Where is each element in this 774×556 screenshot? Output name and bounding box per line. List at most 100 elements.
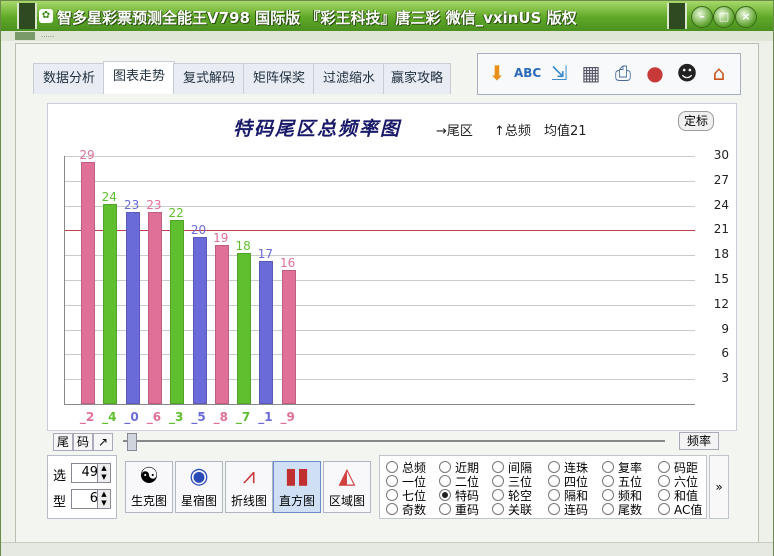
radio-circle-icon[interactable] xyxy=(548,503,560,515)
radio-circle-icon[interactable] xyxy=(386,489,398,501)
view-button-line[interactable]: ⩘ 折线图 xyxy=(225,461,273,513)
tab-matrix[interactable]: 矩阵保奖 xyxy=(243,63,315,94)
bar[interactable] xyxy=(170,220,185,404)
spellcheck-icon[interactable]: ABC xyxy=(514,60,541,86)
radio-option[interactable]: 奇数 xyxy=(386,501,426,518)
select-label: 选 xyxy=(53,469,67,484)
gumball-icon[interactable]: ● xyxy=(642,60,668,86)
radio-circle-icon[interactable] xyxy=(658,503,670,515)
film-strip-icon xyxy=(17,3,37,29)
radio-circle-icon[interactable] xyxy=(602,503,614,515)
printer-icon[interactable]: ⎙ xyxy=(610,60,636,86)
type-spinner[interactable]: ▲ ▼ xyxy=(97,489,111,509)
y-tick-label: 15 xyxy=(713,272,729,286)
calculator-icon[interactable]: ▦ xyxy=(578,60,604,86)
plot-area: 3 6 9 12 15 18 21 24 27 30 29 _2 24 _4 23 _0 23 _6 22 _3 20 _… xyxy=(64,148,729,424)
frequency-button[interactable]: 频率 xyxy=(679,432,719,450)
radio-circle-icon[interactable] xyxy=(386,461,398,473)
radio-circle-icon[interactable] xyxy=(439,489,451,501)
bar-value-label: 29 xyxy=(79,148,95,163)
tail-button[interactable]: 尾 xyxy=(53,433,73,451)
bar-value-label: 22 xyxy=(168,206,184,221)
radio-option[interactable]: 连码 xyxy=(548,501,588,518)
bar[interactable] xyxy=(147,211,162,404)
y-tick-label: 12 xyxy=(713,296,729,311)
radio-circle-icon[interactable] xyxy=(439,475,451,487)
bar[interactable] xyxy=(214,244,229,404)
bar[interactable] xyxy=(103,203,118,404)
bar[interactable] xyxy=(81,162,95,404)
radio-option[interactable]: 尾数 xyxy=(602,501,642,518)
radio-option[interactable]: 关联 xyxy=(492,501,532,518)
bar[interactable] xyxy=(192,236,207,404)
app-icon[interactable]: ✿ xyxy=(39,9,53,23)
area-chart-icon: ◭ xyxy=(338,464,356,489)
radio-circle-icon[interactable] xyxy=(548,475,560,487)
radio-option[interactable]: 重码 xyxy=(439,501,479,518)
window-title: 智多星彩票预测全能王V798 国际版 『彩王科技』唐三彩 微信_vxinUS 版… xyxy=(57,9,577,27)
bar[interactable] xyxy=(259,261,274,404)
x-tick-label: _9 xyxy=(280,410,295,424)
view-label: 区域图 xyxy=(328,494,365,508)
fix-scale-button[interactable]: 定标 xyxy=(678,111,714,131)
radio-circle-icon[interactable] xyxy=(439,461,451,473)
toolbar: ⬇ ABC ⇲ ▦ ⎙ ● ☻ ⌂ xyxy=(477,53,741,95)
view-button-histogram[interactable]: ▮▮ 直方图 xyxy=(273,461,321,513)
radio-circle-icon[interactable] xyxy=(492,489,504,501)
close-button[interactable]: × xyxy=(735,6,757,28)
radio-circle-icon[interactable] xyxy=(492,461,504,473)
y-tick-label: 3 xyxy=(721,371,729,386)
tab-filter[interactable]: 过滤缩水 xyxy=(313,63,385,94)
view-button-xingxiu[interactable]: ◉ 星宿图 xyxy=(175,461,223,513)
view-button-shengke[interactable]: ☯ 生克图 xyxy=(125,461,173,513)
arrow-button[interactable]: ↗ xyxy=(93,433,113,451)
radio-circle-icon[interactable] xyxy=(548,489,560,501)
view-label: 折线图 xyxy=(230,494,267,508)
tab-chart-trend[interactable]: 图表走势 xyxy=(103,61,175,94)
radio-circle-icon[interactable] xyxy=(602,489,614,501)
radio-circle-icon[interactable] xyxy=(658,489,670,501)
title-bar[interactable]: ✿ 智多星彩票预测全能王V798 国际版 『彩王科技』唐三彩 微信_vxinUS… xyxy=(1,1,773,31)
select-spinner[interactable]: ▲ ▼ xyxy=(97,463,111,483)
range-slider[interactable] xyxy=(123,433,665,451)
radio-circle-icon[interactable] xyxy=(602,461,614,473)
radio-circle-icon[interactable] xyxy=(492,503,504,515)
arrow-down-icon[interactable]: ⬇ xyxy=(484,60,510,86)
slider-thumb[interactable] xyxy=(127,433,137,451)
y-tick-label: 30 xyxy=(713,148,729,162)
bar[interactable] xyxy=(237,253,252,404)
slider-track xyxy=(123,440,665,442)
radio-circle-icon[interactable] xyxy=(439,503,451,515)
radio-circle-icon[interactable] xyxy=(492,475,504,487)
tab-compound-decode[interactable]: 复式解码 xyxy=(173,63,245,94)
y-tick-label: 6 xyxy=(721,346,729,361)
sub-icon xyxy=(15,32,35,40)
radio-circle-icon[interactable] xyxy=(658,461,670,473)
code-button[interactable]: 码 xyxy=(73,433,93,451)
radio-circle-icon[interactable] xyxy=(658,475,670,487)
radio-option[interactable]: AC值 xyxy=(658,501,702,518)
gridline xyxy=(65,180,695,182)
radio-label: 奇数 xyxy=(402,503,427,517)
radio-circle-icon[interactable] xyxy=(548,461,560,473)
yinyang-icon: ☯ xyxy=(139,464,159,489)
bar[interactable] xyxy=(125,211,140,404)
minimize-button[interactable]: – xyxy=(691,6,713,28)
more-options-button[interactable]: » xyxy=(709,455,729,519)
maximize-button[interactable]: □ xyxy=(713,6,735,28)
chart-title: 特码尾区总频率图 xyxy=(233,118,402,140)
radio-circle-icon[interactable] xyxy=(602,475,614,487)
qq-penguin-icon[interactable]: ☻ xyxy=(674,60,700,86)
gridline xyxy=(65,156,695,157)
bar[interactable] xyxy=(281,269,296,404)
home-icon[interactable]: ⌂ xyxy=(706,60,732,86)
export-icon[interactable]: ⇲ xyxy=(546,60,572,86)
radio-circle-icon[interactable] xyxy=(386,475,398,487)
tab-data-analysis[interactable]: 数据分析 xyxy=(33,63,105,94)
y-tick-label: 27 xyxy=(713,172,729,187)
view-button-area[interactable]: ◭ 区域图 xyxy=(323,461,371,513)
radio-circle-icon[interactable] xyxy=(386,503,398,515)
tab-strategy[interactable]: 赢家攻略 xyxy=(383,63,451,94)
y-tick-label: 18 xyxy=(713,247,729,262)
radio-label: AC值 xyxy=(674,503,703,517)
